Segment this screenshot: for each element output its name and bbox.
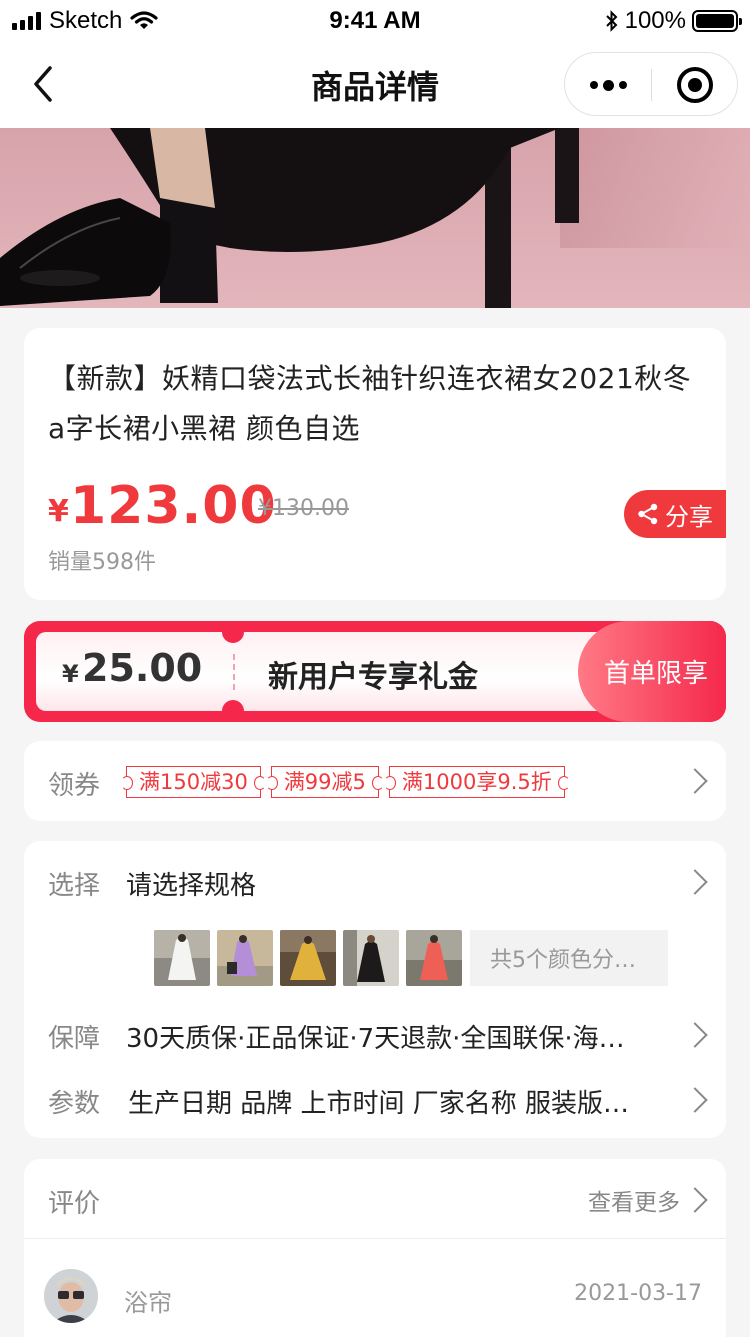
original-price: ¥130.00 — [258, 496, 349, 521]
coupon-tag[interactable]: 满1000享9.5折 — [383, 766, 570, 798]
color-thumbnail-yellow[interactable] — [280, 930, 336, 986]
guarantee-label: 保障 — [48, 1024, 101, 1054]
color-thumbnail-coral[interactable] — [406, 930, 462, 986]
reviewer-name: 浴帘 — [124, 1289, 172, 1317]
sales-count: 销量598件 — [48, 550, 156, 575]
bluetooth-icon — [605, 10, 618, 32]
more-colors-button[interactable]: 共5个颜色分… — [470, 930, 668, 986]
chevron-right-icon — [682, 1087, 708, 1113]
new-user-gift-banner[interactable]: ¥ 25.00 新用户专享礼金 首单限享 — [24, 621, 726, 722]
gift-coupon: ¥ 25.00 新用户专享礼金 — [36, 632, 636, 711]
chevron-right-icon — [682, 1187, 708, 1213]
share-icon — [638, 503, 658, 525]
coupon-tags: 满150减30 满99减5 满1000享9.5折 — [121, 766, 570, 798]
coupon-label: 领券 — [48, 771, 101, 801]
view-more-link[interactable]: 查看更多 — [588, 1183, 680, 1217]
avatar[interactable] — [44, 1269, 98, 1323]
coupon-tag[interactable]: 满99减5 — [265, 766, 385, 798]
guarantee-value: 30天质保·正品保证·7天退款·全国联保·海… — [126, 1024, 625, 1054]
review-label: 评价 — [48, 1189, 101, 1219]
color-thumbnail-black[interactable] — [343, 930, 399, 986]
coupon-row[interactable]: 领券 满150减30 满99减5 满1000享9.5折 — [24, 741, 726, 821]
color-thumbnails — [154, 930, 462, 986]
review-card: 评价 查看更多 浴帘 2021-03-17 — [24, 1159, 726, 1337]
battery-fill — [696, 14, 734, 28]
product-price: 123.00 — [70, 476, 277, 536]
product-info-card: 【新款】妖精口袋法式长袖针织连衣裙女2021秋冬a字长裙小黑裙 颜色自选 ¥ 1… — [24, 328, 726, 600]
share-button[interactable]: 分享 — [624, 490, 726, 538]
mini-program-capsule — [564, 52, 738, 116]
gift-label: 新用户专享礼金 — [268, 660, 478, 695]
gift-amount: 25.00 — [82, 646, 203, 690]
params-value: 生产日期 品牌 上市时间 厂家名称 服装版… — [128, 1089, 630, 1119]
gift-currency: ¥ — [62, 660, 79, 688]
review-date: 2021-03-17 — [574, 1281, 702, 1306]
spec-card: 选择 请选择规格 共5个颜色分… 保障 30天质保·正品保证·7天退款·全国联保… — [24, 841, 726, 1138]
battery-percent: 100% — [624, 7, 686, 34]
gift-divider — [233, 654, 235, 690]
battery-icon — [692, 10, 742, 32]
capsule-divider — [651, 69, 652, 101]
color-thumbnail-purple[interactable] — [217, 930, 273, 986]
chevron-right-icon — [682, 1022, 708, 1048]
product-photo-illustration — [0, 128, 750, 308]
color-thumbnail-white[interactable] — [154, 930, 210, 986]
chevron-right-icon — [682, 869, 708, 895]
chevron-right-icon — [682, 768, 708, 794]
gift-notch-bottom — [222, 700, 244, 722]
select-label: 选择 — [48, 871, 101, 901]
select-value: 请选择规格 — [126, 871, 257, 901]
share-label: 分享 — [665, 502, 713, 531]
more-dots-icon[interactable] — [565, 53, 651, 117]
review-header: 评价 查看更多 — [24, 1159, 726, 1239]
product-main-image[interactable] — [0, 128, 750, 308]
coupon-tag[interactable]: 满150减30 — [121, 766, 266, 798]
first-order-tag[interactable]: 首单限享 — [578, 621, 726, 722]
product-title: 【新款】妖精口袋法式长袖针织连衣裙女2021秋冬a字长裙小黑裙 颜色自选 — [48, 362, 692, 445]
gift-notch-top — [222, 621, 244, 643]
mini-program-close-icon[interactable] — [677, 67, 713, 103]
status-bar: Sketch 9:41 AM 100% — [0, 0, 750, 40]
navigation-bar: 商品详情 — [0, 40, 750, 128]
price-currency: ¥ — [48, 494, 69, 529]
status-right: 100% — [605, 7, 742, 35]
params-label: 参数 — [48, 1089, 101, 1119]
